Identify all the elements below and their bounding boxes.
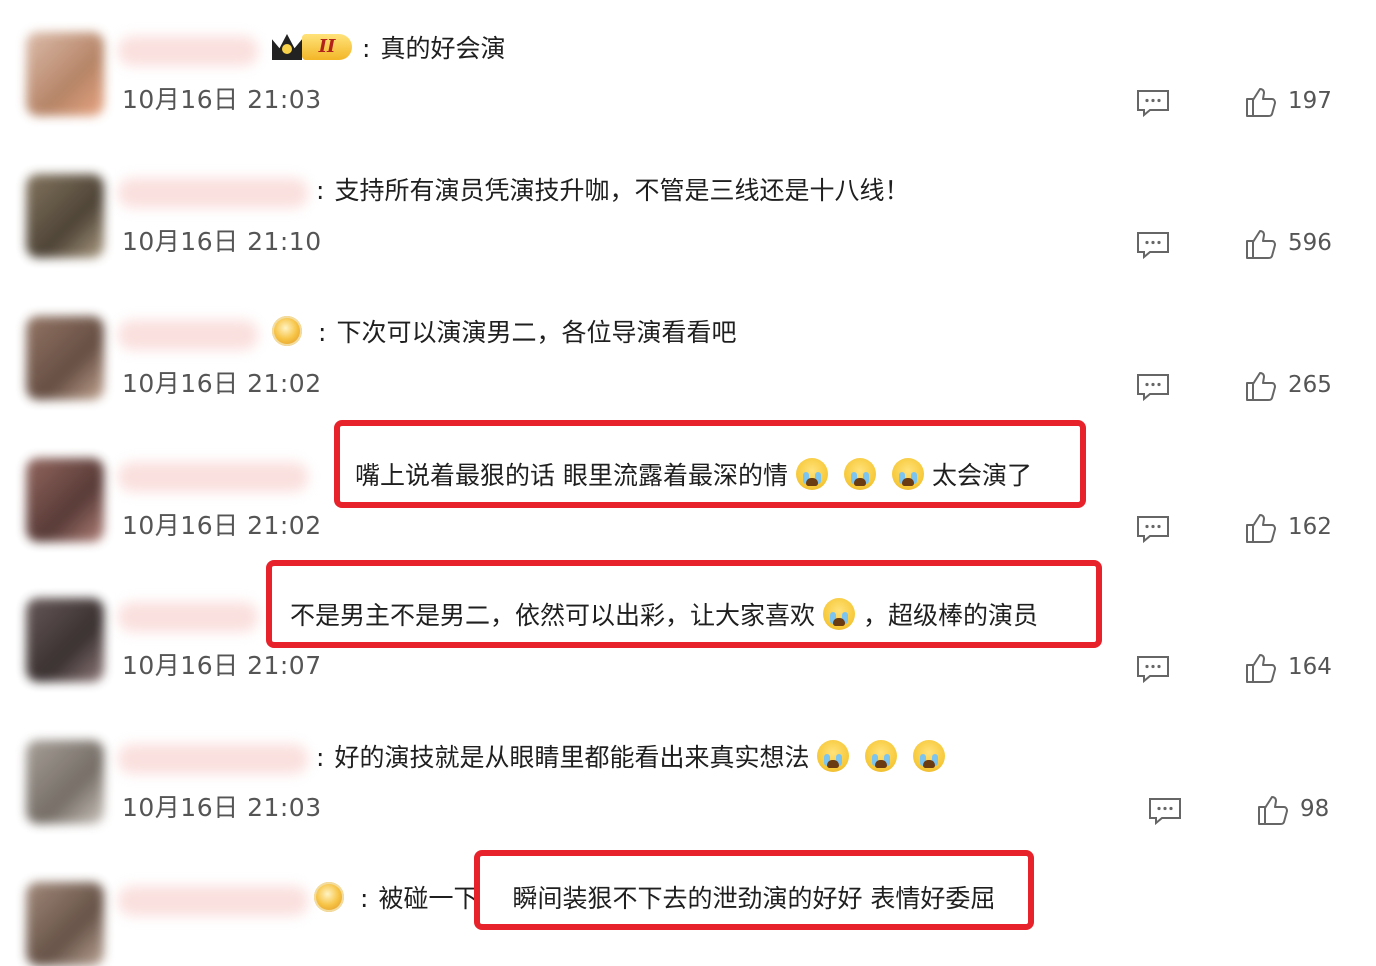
username-blurred[interactable] [118, 462, 308, 492]
comment-timestamp: 10月16日 21:02 [122, 511, 322, 540]
comment-timestamp: 10月16日 21:02 [122, 369, 322, 398]
username-blurred[interactable] [118, 602, 258, 632]
comment-text: : 真的好会演 [362, 34, 506, 63]
username-blurred[interactable] [118, 744, 308, 774]
avatar[interactable] [26, 316, 104, 400]
loudly-crying-face-icon [913, 740, 946, 772]
like-count: 265 [1288, 372, 1332, 398]
comment-timestamp: 10月16日 21:10 [122, 227, 322, 256]
username-blurred[interactable] [118, 36, 258, 66]
like-count: 98 [1300, 796, 1330, 822]
reply-icon[interactable] [1136, 654, 1170, 684]
like-count: 162 [1288, 514, 1332, 540]
highlight-box [266, 560, 1102, 648]
fan-medal-icon [314, 882, 344, 912]
comment-text: : 支持所有演员凭演技升咖，不管是三线还是十八线！ [316, 176, 910, 205]
reply-icon[interactable] [1148, 796, 1182, 826]
highlight-box [334, 420, 1086, 508]
like-icon[interactable] [1244, 228, 1276, 260]
fan-medal-icon [272, 316, 302, 346]
username-blurred[interactable] [118, 886, 308, 916]
username-blurred[interactable] [118, 178, 308, 208]
vip-crown-badge-icon: II [272, 32, 356, 62]
loudly-crying-face-icon [817, 740, 850, 772]
like-icon[interactable] [1244, 512, 1276, 544]
comment-text: : 下次可以演演男二，各位导演看看吧 [318, 318, 737, 347]
comment-timestamp: 10月16日 21:07 [122, 651, 322, 680]
avatar[interactable] [26, 882, 104, 966]
comment-item: II : 真的好会演 10月16日 21:03 197 [0, 32, 1376, 174]
reply-icon[interactable] [1136, 88, 1170, 118]
avatar[interactable] [26, 598, 104, 682]
like-icon[interactable] [1256, 794, 1288, 826]
like-count: 164 [1288, 654, 1332, 680]
like-count: 197 [1288, 88, 1332, 114]
avatar[interactable] [26, 174, 104, 258]
highlight-box [474, 850, 1034, 930]
avatar[interactable] [26, 458, 104, 542]
comment-timestamp: 10月16日 21:03 [122, 793, 322, 822]
like-icon[interactable] [1244, 86, 1276, 118]
like-icon[interactable] [1244, 652, 1276, 684]
reply-icon[interactable] [1136, 372, 1170, 402]
avatar[interactable] [26, 740, 104, 824]
like-count: 596 [1288, 230, 1332, 256]
reply-icon[interactable] [1136, 514, 1170, 544]
comment-text: : 好的演技就是从眼睛里都能看出来真实想法 [316, 740, 953, 774]
reply-icon[interactable] [1136, 230, 1170, 260]
username-blurred[interactable] [118, 320, 258, 350]
avatar[interactable] [26, 32, 104, 116]
comment-item: : 支持所有演员凭演技升咖，不管是三线还是十八线！ 10月16日 21:10 59… [0, 174, 1376, 316]
loudly-crying-face-icon [865, 740, 898, 772]
like-icon[interactable] [1244, 370, 1276, 402]
comment-timestamp: 10月16日 21:03 [122, 85, 322, 114]
